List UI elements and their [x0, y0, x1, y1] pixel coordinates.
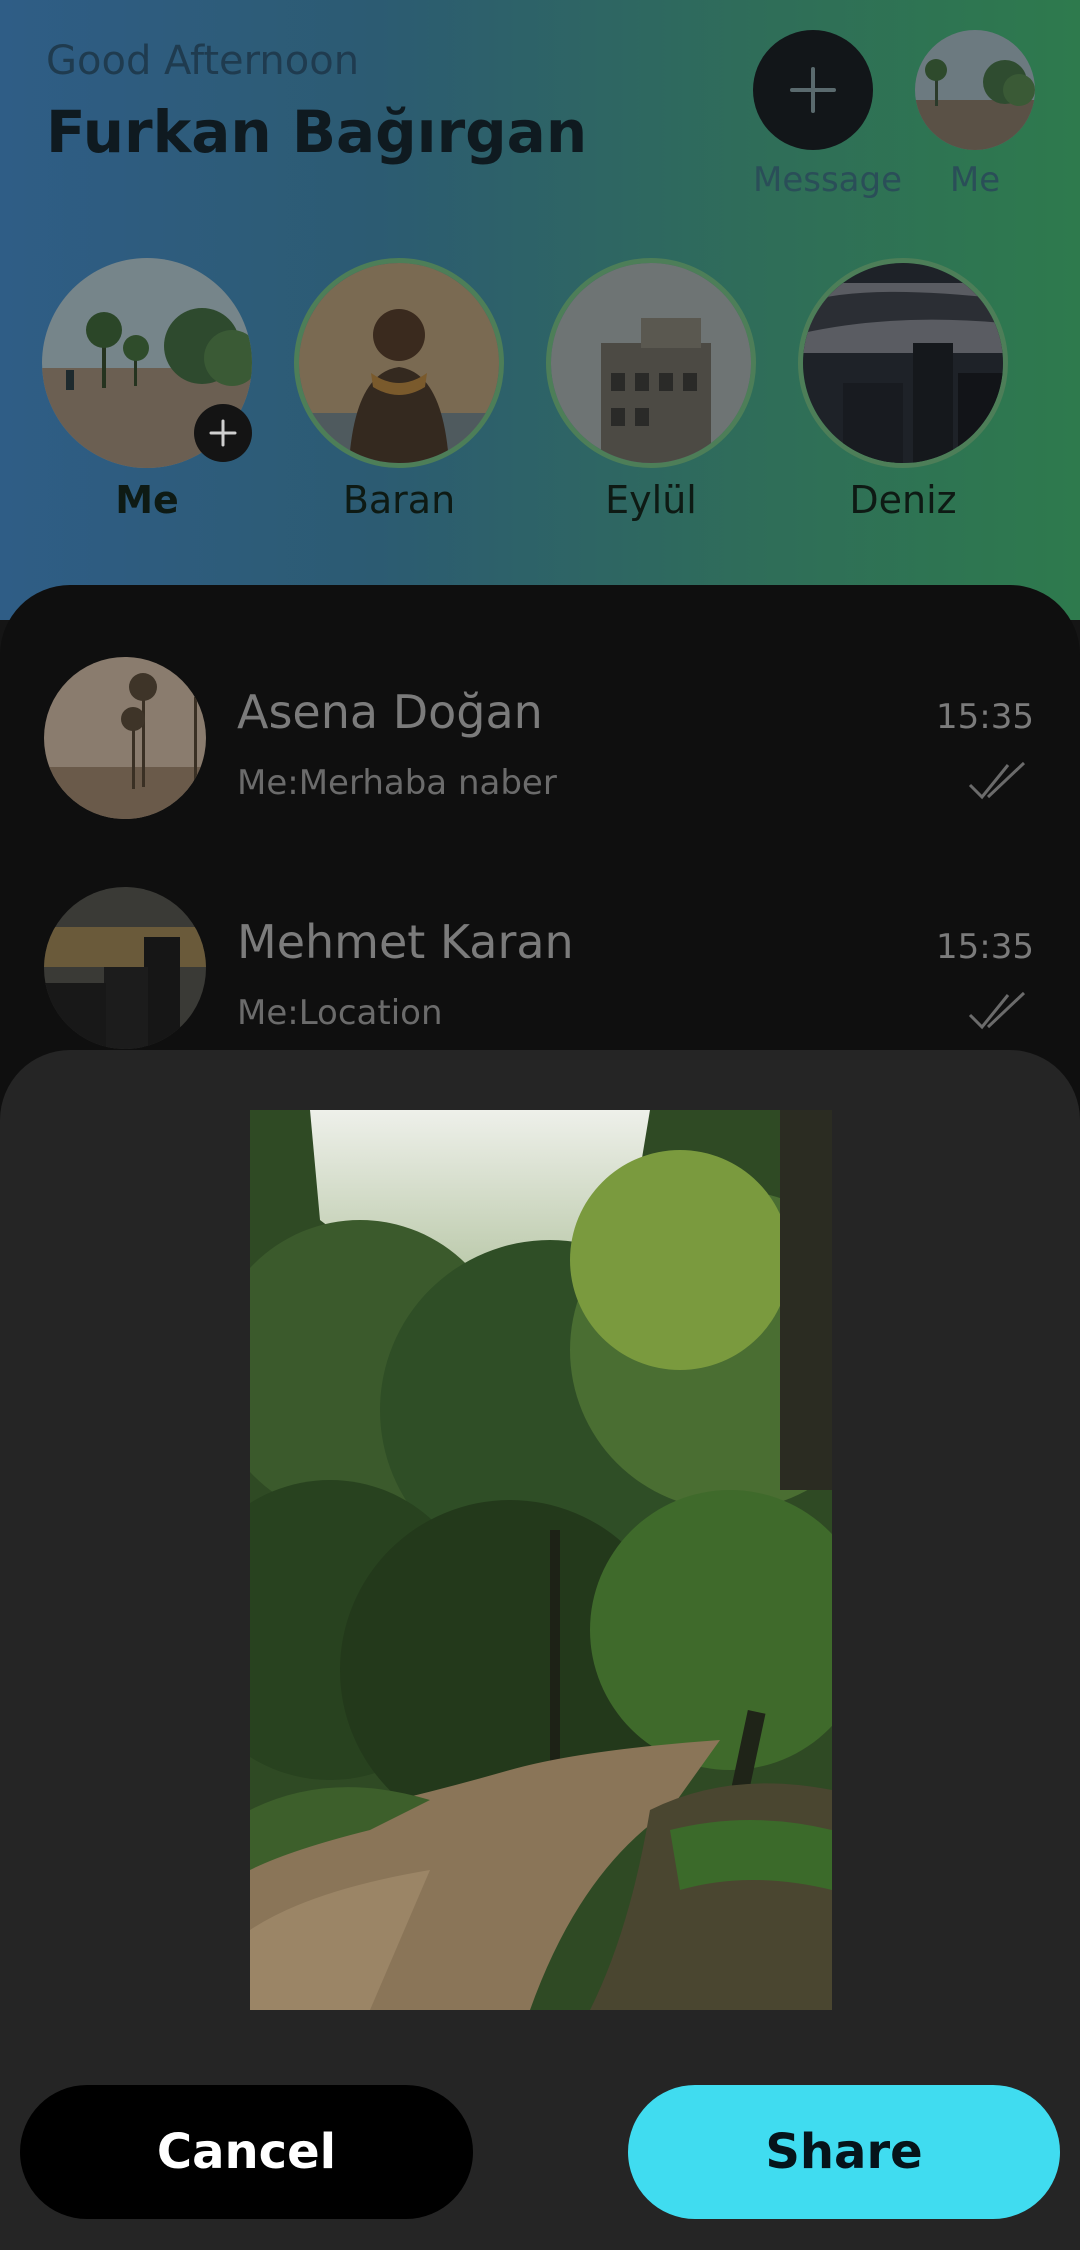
my-profile-avatar[interactable]	[915, 30, 1035, 150]
share-sheet: Cancel Share	[0, 1050, 1080, 2250]
story-ring[interactable]	[798, 258, 1008, 468]
chat-row-mehmet[interactable]: Mehmet Karan Me:Location 15:35	[0, 867, 1080, 1049]
avatar	[44, 887, 206, 1049]
stories-row: Me Baran Eylül Deniz	[42, 258, 1042, 538]
cancel-button[interactable]: Cancel	[20, 2085, 473, 2219]
add-story-badge[interactable]	[194, 404, 252, 462]
city-sunset-photo	[44, 887, 206, 1049]
image-preview	[250, 1110, 832, 2010]
person-photo	[299, 263, 499, 463]
message-label: Message	[753, 160, 903, 200]
story-name: Me	[115, 478, 179, 522]
plus-icon	[209, 419, 237, 447]
plus-icon	[790, 67, 836, 113]
story-deniz[interactable]: Deniz	[798, 258, 1008, 522]
new-message-button[interactable]	[753, 30, 873, 150]
chat-last-message: Me:Merhaba naber	[237, 763, 557, 803]
double-check-icon	[968, 761, 1026, 800]
greeting-text: Good Afternoon	[46, 38, 360, 84]
user-name: Furkan Bağırgan	[46, 98, 588, 166]
story-photo	[299, 263, 499, 463]
story-ring[interactable]	[546, 258, 756, 468]
forest-path-photo	[250, 1110, 832, 2010]
building-photo	[551, 263, 751, 463]
chat-name: Asena Doğan	[237, 685, 543, 739]
avatar	[44, 657, 206, 819]
chat-row-asena[interactable]: Asena Doğan Me:Merhaba naber 15:35	[0, 637, 1080, 819]
share-button[interactable]: Share	[628, 2085, 1060, 2219]
story-me[interactable]: Me	[42, 258, 252, 522]
story-ring[interactable]	[294, 258, 504, 468]
cityscape-photo	[803, 263, 1003, 463]
chat-time: 15:35	[936, 697, 1034, 737]
beach-photo	[915, 30, 1035, 150]
double-check-icon	[968, 991, 1026, 1030]
story-baran[interactable]: Baran	[294, 258, 504, 522]
story-name: Deniz	[849, 478, 957, 522]
story-name: Eylül	[605, 478, 697, 522]
my-profile-action[interactable]: Me	[915, 30, 1035, 200]
chat-time: 15:35	[936, 927, 1034, 967]
story-ring[interactable]	[42, 258, 252, 468]
story-photo	[803, 263, 1003, 463]
chat-name: Mehmet Karan	[237, 915, 574, 969]
story-eylul[interactable]: Eylül	[546, 258, 756, 522]
story-name: Baran	[342, 478, 456, 522]
screen: Good Afternoon Furkan Bağırgan Message M…	[0, 0, 1080, 2250]
me-label: Me	[949, 160, 1001, 200]
new-message-action[interactable]: Message	[753, 30, 903, 200]
home-header: Good Afternoon Furkan Bağırgan Message M…	[0, 0, 1080, 620]
palm-trees-photo	[44, 657, 206, 819]
chat-last-message: Me:Location	[237, 993, 443, 1033]
story-photo	[551, 263, 751, 463]
